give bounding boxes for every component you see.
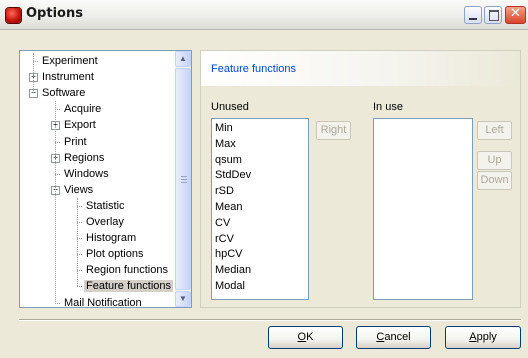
grip-line bbox=[181, 182, 187, 183]
cancel-label: ancel bbox=[384, 331, 411, 343]
tree-item[interactable]: Statistic bbox=[84, 198, 127, 214]
cancel-button[interactable]: Cancel bbox=[356, 326, 431, 349]
tree-connector bbox=[55, 302, 60, 304]
list-item[interactable]: Median bbox=[215, 263, 251, 279]
list-item[interactable]: CV bbox=[215, 216, 230, 232]
move-left-button[interactable]: Left bbox=[477, 121, 512, 140]
maximize-icon bbox=[489, 10, 499, 21]
list-item[interactable]: rCV bbox=[215, 232, 234, 248]
apply-mnemonic: A bbox=[469, 331, 477, 343]
unused-label: Unused bbox=[211, 101, 249, 113]
tree-item-label: Region functions bbox=[86, 264, 168, 277]
tree-item[interactable]: Print bbox=[62, 134, 89, 150]
list-item[interactable]: qsum bbox=[215, 153, 242, 169]
minimize-button[interactable] bbox=[464, 6, 482, 24]
tree-item-label: Software bbox=[42, 87, 86, 100]
tree-item-label: Export bbox=[64, 119, 96, 132]
tree-item-label: Views bbox=[64, 183, 94, 196]
close-button[interactable]: ✕ bbox=[505, 6, 526, 24]
grip-line bbox=[181, 179, 187, 180]
tree-item-label: Acquire bbox=[64, 103, 102, 116]
tree-item[interactable]: Export bbox=[62, 117, 98, 133]
scroll-up-button[interactable]: ▲ bbox=[175, 51, 191, 67]
scroll-thumb[interactable] bbox=[175, 68, 191, 290]
apply-button[interactable]: Apply bbox=[445, 326, 521, 349]
tree-item[interactable]: Mail Notification bbox=[62, 295, 144, 308]
tree-item-label: Plot options bbox=[86, 248, 144, 261]
tree-item[interactable]: Software bbox=[40, 85, 87, 101]
footer-separator bbox=[19, 319, 521, 321]
in-use-list[interactable] bbox=[373, 118, 473, 300]
panel-header: Feature functions bbox=[201, 51, 520, 86]
tree-item[interactable]: Views bbox=[62, 182, 95, 198]
move-right-button[interactable]: Right bbox=[316, 121, 351, 140]
apply-label: pply bbox=[476, 331, 497, 343]
tree-item-label: Print bbox=[64, 135, 87, 148]
tree-item[interactable]: Plot options bbox=[84, 246, 145, 262]
tree-connector bbox=[77, 286, 82, 288]
tree-item-label: Experiment bbox=[42, 55, 98, 67]
list-item[interactable]: hpCV bbox=[215, 247, 243, 263]
in-use-label: In use bbox=[373, 101, 403, 113]
tree-item[interactable]: Histogram bbox=[84, 230, 138, 246]
tree-item-label: Histogram bbox=[86, 232, 137, 245]
move-up-button[interactable]: Up bbox=[477, 151, 512, 170]
scroll-up-icon: ▲ bbox=[179, 54, 187, 63]
tree-item-label: Instrument bbox=[42, 71, 94, 84]
tree-item[interactable]: Feature functions bbox=[84, 278, 173, 294]
tree-item-label: Overlay bbox=[86, 216, 124, 228]
tree-item-label: Mail Notification bbox=[64, 296, 142, 308]
list-item[interactable]: Max bbox=[215, 137, 236, 153]
tree-connector bbox=[77, 197, 78, 287]
app-icon[interactable] bbox=[6, 8, 21, 23]
tree-scrollbar[interactable]: ▲ ▼ bbox=[175, 51, 191, 307]
list-item[interactable]: StdDev bbox=[215, 168, 251, 184]
ok-label: K bbox=[306, 331, 314, 343]
feature-functions-panel: Feature functions Unused Min Max qsum StdDe… bbox=[200, 50, 521, 308]
tree-item[interactable]: Region functions bbox=[84, 262, 170, 278]
list-item[interactable]: Mean bbox=[215, 200, 243, 216]
ok-button[interactable]: OK bbox=[268, 326, 343, 349]
tree-item-label: Statistic bbox=[86, 199, 125, 212]
unused-list[interactable]: Min Max qsum StdDev rSD Mean CV rCV hpCV Median Mo… bbox=[211, 118, 309, 300]
window-title: Options bbox=[26, 6, 83, 21]
tree-item[interactable]: Overlay bbox=[84, 214, 126, 230]
tree-item-label: Feature functions bbox=[84, 280, 173, 293]
tree-item[interactable]: Instrument bbox=[40, 69, 96, 85]
tree-item[interactable]: Windows bbox=[62, 166, 111, 182]
maximize-button[interactable] bbox=[484, 6, 502, 24]
minimize-icon bbox=[469, 18, 477, 20]
title-bar[interactable]: Options ✕ bbox=[0, 0, 528, 30]
list-item[interactable]: rSD bbox=[215, 184, 234, 200]
close-icon: ✕ bbox=[510, 6, 521, 21]
list-item[interactable]: Modal bbox=[215, 279, 245, 295]
tree-item[interactable]: Acquire bbox=[62, 101, 103, 117]
tree-connector bbox=[55, 101, 56, 303]
options-tree[interactable]: + − + + − Experiment Instrument Software Acquir… bbox=[19, 50, 192, 308]
scroll-down-icon: ▼ bbox=[179, 294, 187, 303]
tree-item-label: Windows bbox=[64, 167, 109, 180]
tree-item[interactable]: Experiment bbox=[40, 53, 100, 69]
tree-item[interactable]: Regions bbox=[62, 150, 106, 166]
tree-connector bbox=[33, 53, 34, 94]
grip-line bbox=[181, 176, 187, 177]
list-item[interactable]: Min bbox=[215, 121, 233, 137]
scroll-down-button[interactable]: ▼ bbox=[175, 291, 191, 307]
tree-item-label: Regions bbox=[64, 151, 105, 164]
move-down-button[interactable]: Down bbox=[477, 171, 512, 190]
ok-mnemonic: O bbox=[297, 331, 307, 343]
panel-title: Feature functions bbox=[211, 63, 296, 75]
